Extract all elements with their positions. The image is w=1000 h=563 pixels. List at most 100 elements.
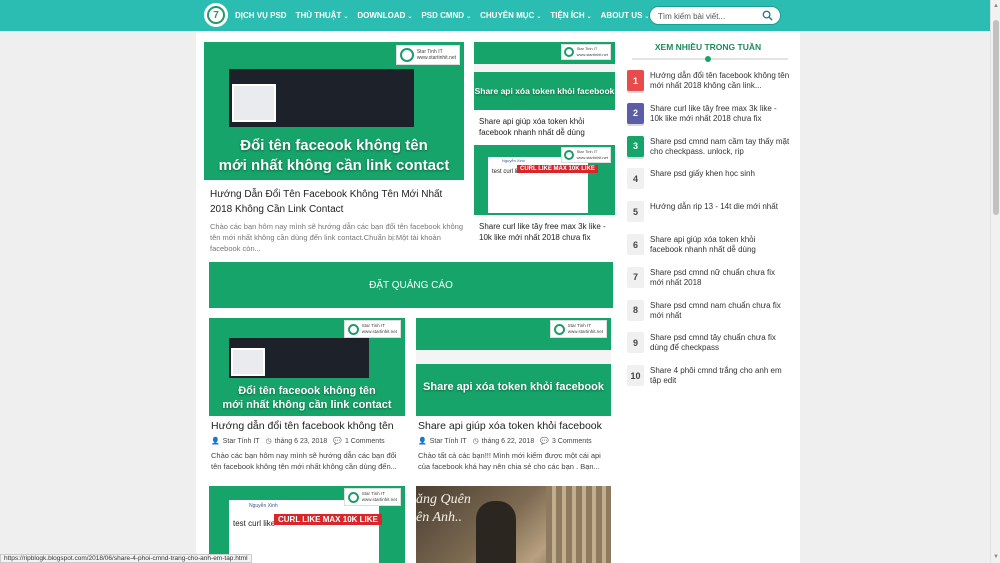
chevron-down-icon: ⌄ <box>586 14 592 20</box>
post-thumbnail[interactable]: Star Tinh IT www.startinhit.net Đổi tên f… <box>209 318 405 416</box>
clock-icon: ◷ <box>265 438 272 445</box>
popular-post-link[interactable]: Hướng dẫn đổi tên facebook không tên mới… <box>650 71 790 91</box>
nav-item-chuyen-muc[interactable]: CHUYÊN MỤC ⌄ <box>480 11 541 20</box>
post-thumbnail[interactable]: Nguyễn Xinh test curl like CURL LIKE MAX… <box>209 486 405 563</box>
search-icon[interactable] <box>762 10 773 21</box>
nav-label: ABOUT US <box>600 11 643 20</box>
scroll-up-arrow-icon[interactable]: ▲ <box>993 3 999 9</box>
watermark-logo-icon <box>553 323 565 335</box>
main-nav: DỊCH VỤ PSD THỦ THUẬT ⌄ DOWNLOAD ⌄ PSD CMN… <box>235 0 658 31</box>
nav-label: CHUYÊN MỤC <box>480 11 535 20</box>
profile-picture-placeholder <box>232 84 276 122</box>
comment-icon: 💬 <box>333 438 342 445</box>
rank-badge: 7 <box>627 266 644 288</box>
post-date: tháng 6 23, 2018 <box>274 437 328 445</box>
popular-post-link[interactable]: Share psd cmnd nữ chuẩn chưa fix mới nhấ… <box>650 268 790 288</box>
post-meta: 👤 Star Tính IT ◷ tháng 6 23, 2018 💬 1 Comme… <box>211 437 385 446</box>
thumb-caption: Đổi tên faceook không tên <box>238 385 376 397</box>
watermark: Star Tinh IT www.startinhit.net <box>560 44 611 60</box>
watermark: Star Tinh IT www.startinhit.net <box>343 488 401 506</box>
featured-title[interactable]: Hướng Dẫn Đổi Tên Facebook Không Tên Mới… <box>210 187 460 217</box>
thumb-caption: CURL LIKE MAX 10K LIKE <box>517 165 598 173</box>
watermark-line2: www.startinhit.net <box>567 329 603 334</box>
rank-badge: 10 <box>627 365 644 387</box>
rank-badge: 3 <box>627 135 644 157</box>
scrollbar[interactable]: ▲ ▼ <box>990 0 1000 563</box>
thumb-name: Nguyễn Xinh <box>502 158 525 163</box>
side-post-title[interactable]: Share curl like tây free max 3k like - 1… <box>479 221 617 243</box>
post-author[interactable]: Star Tính IT <box>430 438 467 445</box>
watermark-line2: www.startinhit.net <box>576 52 608 57</box>
search-input[interactable] <box>658 10 758 22</box>
photo-background <box>546 486 611 563</box>
scrollbar-thumb[interactable] <box>993 20 999 215</box>
chevron-down-icon: ⌄ <box>343 14 349 20</box>
nav-item-download[interactable]: DOWNLOAD ⌄ <box>357 11 412 20</box>
browser-status-bar: https://ripblogk.blogspot.com/2018/06/sh… <box>0 554 252 563</box>
side-post-thumbnail[interactable]: Nguyễn Xinh test curl like CURL LIKE MAX… <box>474 145 615 215</box>
popular-post-link[interactable]: Share psd giấy khen học sinh <box>650 169 790 179</box>
comment-icon: 💬 <box>540 438 549 445</box>
photo-figure <box>476 501 516 563</box>
search-box <box>649 6 781 25</box>
thumb-caption: Đổi tên faceook không tên <box>240 137 428 154</box>
ad-banner[interactable]: ĐẶT QUẢNG CÁO <box>209 262 613 308</box>
screenshot-preview <box>474 64 615 72</box>
popular-post-link[interactable]: Share psd cmnd tây chuẩn chưa fix dùng đ… <box>650 333 790 353</box>
sidebar-title-dot <box>705 56 711 62</box>
chevron-down-icon: ⌄ <box>407 14 413 20</box>
post-comments[interactable]: 1 Comments <box>345 438 385 445</box>
post-title[interactable]: Hướng dẫn đổi tên facebook không tên <box>211 419 407 434</box>
post-excerpt: Chào tất cả các bạn!!! Mình mới kiếm đượ… <box>418 451 601 471</box>
clock-icon: ◷ <box>472 438 479 445</box>
popular-post-link[interactable]: Share psd cmnd nam chuẩn chưa fix mới nh… <box>650 301 790 321</box>
nav-label: PSD CMND <box>421 11 465 20</box>
popular-post-link[interactable]: Hướng dẫn rip 13 - 14t die mới nhất <box>650 202 790 212</box>
thumb-caption: ên Anh.. <box>416 510 463 525</box>
post-comments[interactable]: 3 Comments <box>552 438 592 445</box>
chevron-down-icon: ⌄ <box>536 14 542 20</box>
site-logo[interactable]: 7 <box>204 3 228 27</box>
nav-item-thu-thuat[interactable]: THỦ THUẬT ⌄ <box>296 11 349 20</box>
rank-badge: 1 <box>627 70 644 91</box>
scroll-down-arrow-icon[interactable]: ▼ <box>993 554 999 560</box>
watermark-logo-icon <box>347 491 359 503</box>
side-post-thumbnail[interactable]: Star Tinh IT www.startinhit.net Share api… <box>474 42 615 110</box>
post-author[interactable]: Star Tính IT <box>223 438 260 445</box>
watermark-line2: www.startinhit.net <box>361 497 397 502</box>
post-thumbnail[interactable]: Star Tinh IT www.startinhit.net Share api… <box>416 318 611 416</box>
nav-item-about-us[interactable]: ABOUT US ⌄ <box>601 11 650 20</box>
profile-picture-placeholder <box>231 348 265 376</box>
post-title[interactable]: Share api giúp xóa token khỏi facebook <box>418 419 612 434</box>
watermark: Star Tinh IT www.startinhit.net <box>343 320 401 338</box>
popular-post-link[interactable]: Share api giúp xóa token khỏi facebook n… <box>650 235 790 255</box>
nav-item-tien-ich[interactable]: TIỆN ÍCH ⌄ <box>550 11 591 20</box>
post-meta: 👤 Star Tính IT ◷ tháng 6 22, 2018 💬 3 Comme… <box>418 437 592 446</box>
logo-mark: 7 <box>207 6 225 24</box>
thumb-post: test curl like <box>233 519 276 528</box>
screenshot-preview <box>416 350 611 364</box>
rank-badge: 4 <box>627 168 644 190</box>
watermark: Star Tinh IT www.startinhit.net <box>560 147 611 163</box>
side-post-title[interactable]: Share api giúp xóa token khỏi facebook n… <box>479 116 617 138</box>
watermark-logo-icon <box>399 48 414 62</box>
author-icon: 👤 <box>211 438 220 445</box>
featured-thumbnail[interactable]: Star Tinh IT www.startinhit.net Đổi tên f… <box>204 42 464 180</box>
post-excerpt: Chào các bạn hôm nay mình sẽ hướng dẫn c… <box>211 451 397 471</box>
nav-item-dich-vu-psd[interactable]: DỊCH VỤ PSD <box>235 11 287 20</box>
thumb-caption: mới nhất không cần link contact <box>222 399 392 411</box>
post-thumbnail[interactable]: ăng Quên ên Anh.. <box>416 486 611 563</box>
popular-post-link[interactable]: Share psd cmnd nam cầm tay thấy mặt cho … <box>650 137 790 157</box>
nav-item-psd-cmnd[interactable]: PSD CMND ⌄ <box>421 11 471 20</box>
watermark-logo-icon <box>347 323 359 335</box>
nav-label: TIỆN ÍCH <box>550 11 585 20</box>
watermark: Star Tinh IT www.startinhit.net <box>549 320 607 338</box>
ad-label: ĐẶT QUẢNG CÁO <box>369 279 453 291</box>
popular-post-link[interactable]: Share curl like tây free max 3k like - 1… <box>650 104 790 124</box>
nav-label: DỊCH VỤ PSD <box>235 11 287 20</box>
watermark: Star Tinh IT www.startinhit.net <box>395 45 460 65</box>
watermark-line2: www.startinhit.net <box>416 55 456 61</box>
rank-badge: 2 <box>627 102 644 124</box>
thumb-caption: CURL LIKE MAX 10K LIKE <box>274 514 382 525</box>
popular-post-link[interactable]: Share 4 phôi cmnd trắng cho anh em tập e… <box>650 366 790 386</box>
